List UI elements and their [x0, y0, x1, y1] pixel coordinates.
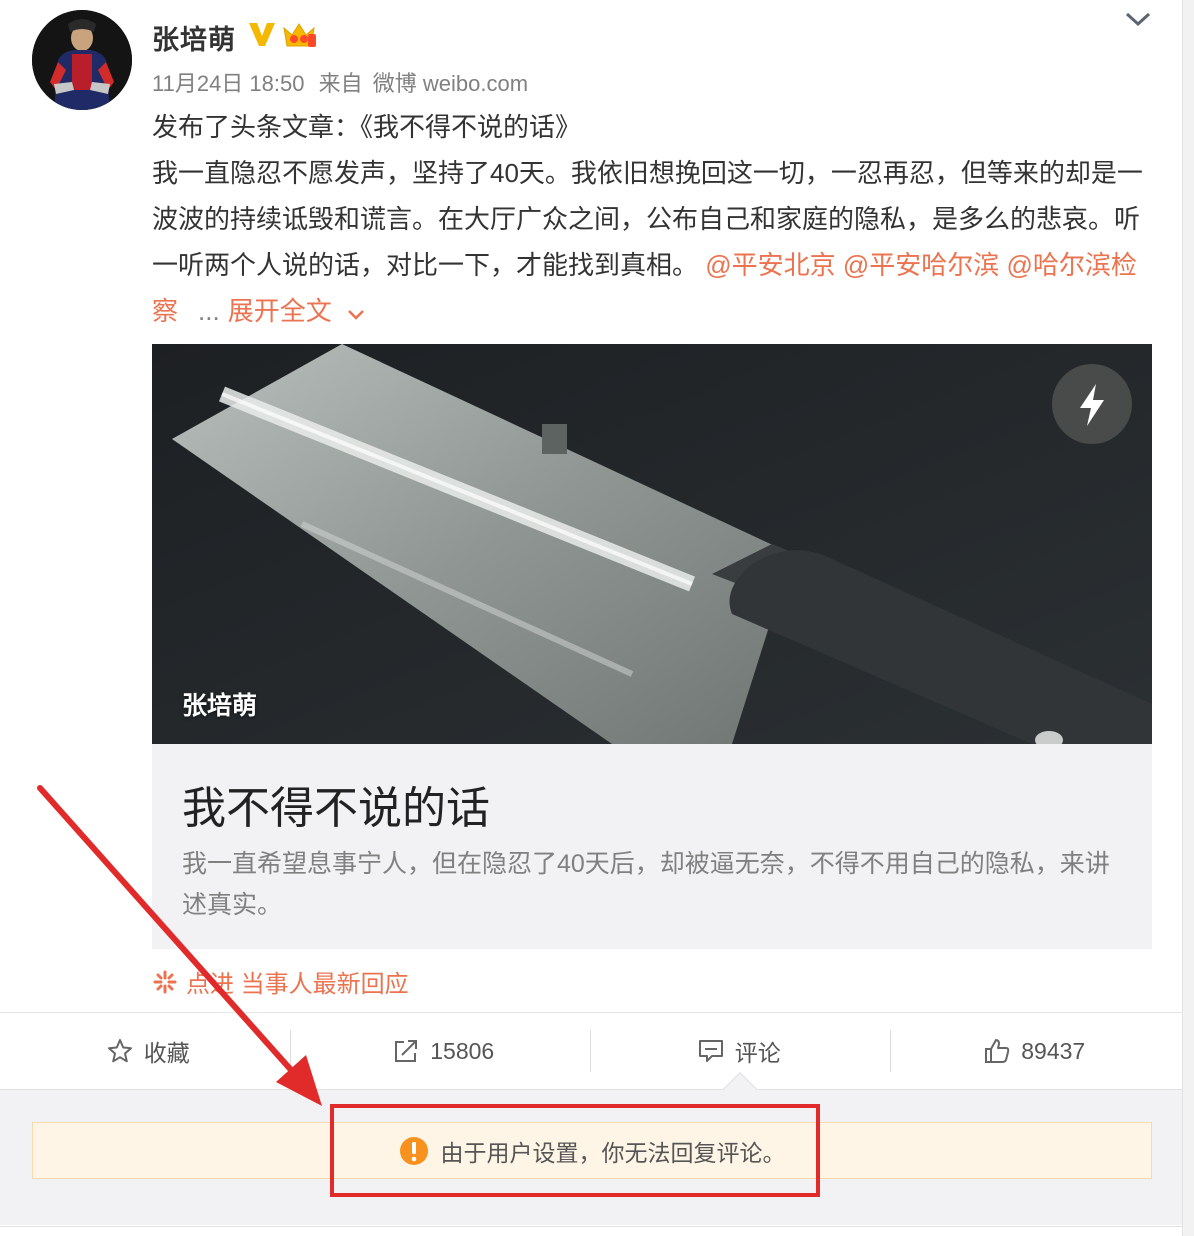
like-button[interactable]: 89437 [887, 1013, 1183, 1089]
post-author-name[interactable]: 张培萌 [152, 18, 236, 57]
like-count: 89437 [1021, 1037, 1086, 1064]
favorite-button[interactable]: 收藏 [0, 1013, 296, 1089]
more-options-chevron-icon[interactable] [1122, 6, 1154, 32]
expand-full-text-link[interactable]: 展开全文 [228, 296, 332, 326]
cover-author-watermark: 张培萌 [182, 692, 258, 720]
favorite-label: 收藏 [143, 1040, 190, 1066]
source-prefix: 来自 [318, 71, 363, 96]
post-source[interactable]: 微博 weibo.com [373, 71, 528, 96]
article-card[interactable]: 张培萌 我不得不说的话 我一直希望息事宁人，但在隐忍了40天后，却被逼无奈，不得… [152, 344, 1152, 949]
headline-line: 发布了头条文章：《我不得不说的话》 [152, 112, 582, 142]
post-body: 我一直隐忍不愿发声，坚持了40天。我依旧想挽回这一切，一忍再忍，但等来的却是一波… [152, 150, 1152, 336]
action-separator [890, 1030, 891, 1072]
page-scroll-edge [1182, 0, 1194, 1236]
comment-label: 评论 [734, 1040, 781, 1066]
verified-v-icon [247, 20, 277, 53]
ellipsis: ... [198, 296, 220, 326]
annotation-highlight-box [330, 1104, 820, 1197]
latest-response-text: 点进 当事人最新回应 [186, 971, 409, 998]
mention-link[interactable]: @平安北京 [705, 250, 835, 280]
avatar-photo [32, 10, 132, 110]
flash-icon[interactable] [1052, 364, 1132, 444]
sparkle-icon [153, 970, 177, 993]
bottom-divider [0, 1226, 1182, 1236]
star-icon [107, 1039, 132, 1063]
avatar[interactable] [32, 10, 132, 110]
member-crown-icon[interactable] [281, 20, 317, 55]
comment-icon [698, 1040, 723, 1062]
article-cover-image [152, 344, 1152, 744]
action-bar: 收藏 15806 评论 89437 [0, 1013, 1182, 1089]
expand-chevron-icon[interactable] [346, 290, 366, 336]
mention-link[interactable]: @平安哈尔滨 [843, 250, 999, 280]
latest-response-link[interactable]: 点进 当事人最新回应 [152, 964, 409, 999]
share-icon [395, 1040, 418, 1062]
article-title: 我不得不说的话 [182, 784, 490, 833]
action-separator [290, 1030, 291, 1072]
post-text: 发布了头条文章：《我不得不说的话》 我一直隐忍不愿发声，坚持了40天。我依旧想挽… [152, 104, 1152, 336]
article-summary: 我一直希望息事宁人，但在隐忍了40天后，却被逼无奈，不得不用自己的隐私，来讲述真… [182, 850, 1110, 919]
repost-button[interactable]: 15806 [296, 1013, 592, 1089]
thumbs-up-icon [985, 1039, 1010, 1063]
action-separator [590, 1030, 591, 1072]
post-meta: 11月24日 18:50 来自 微博 weibo.com [152, 66, 536, 98]
repost-count: 15806 [430, 1037, 495, 1064]
post-time[interactable]: 11月24日 18:50 [152, 71, 304, 96]
